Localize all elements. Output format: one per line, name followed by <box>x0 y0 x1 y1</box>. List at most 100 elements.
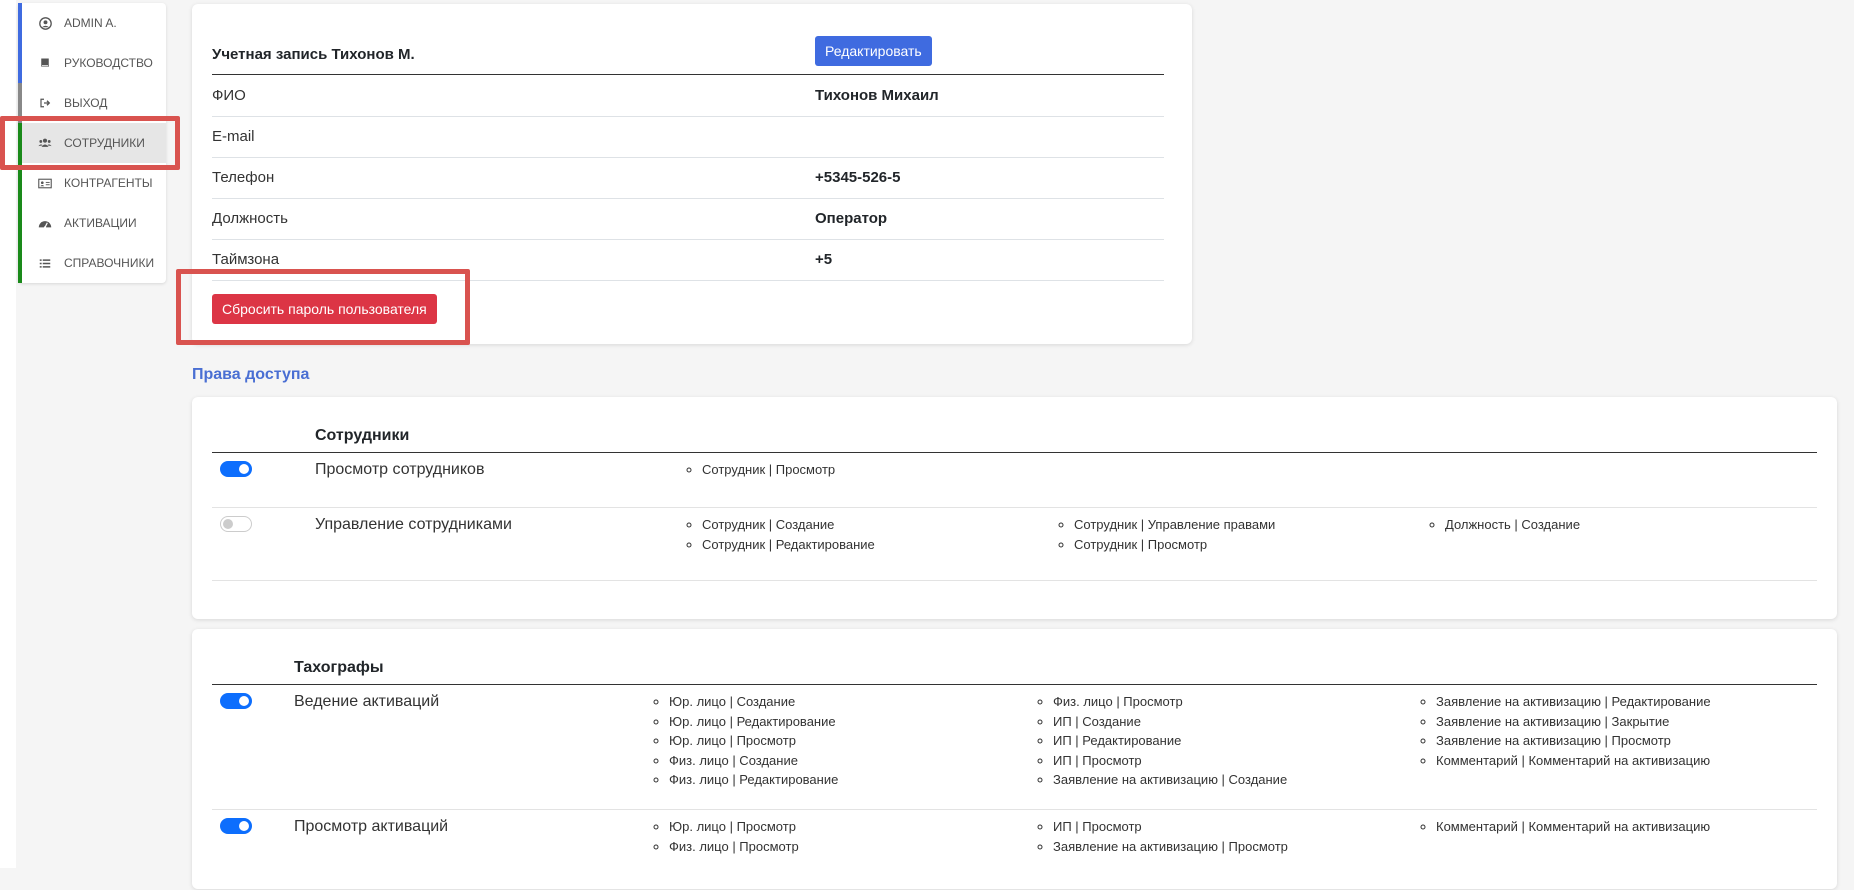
field-label: ФИО <box>212 87 246 104</box>
permission-item: Юр. лицо | Просмотр <box>669 731 838 751</box>
sidebar-item-employees[interactable]: СОТРУДНИКИ <box>18 123 166 163</box>
permission-item: Комментарий | Комментарий на активизацию <box>1436 817 1710 837</box>
permission-item: Юр. лицо | Создание <box>669 692 838 712</box>
sign-out-icon <box>37 95 53 111</box>
reset-password-button[interactable]: Сбросить пароль пользователя <box>212 294 437 324</box>
permission-item: Комментарий | Комментарий на активизацию <box>1436 751 1711 771</box>
permission-item: Физ. лицо | Просмотр <box>1053 692 1287 712</box>
permission-item: Физ. лицо | Просмотр <box>669 837 799 857</box>
permission-list: Сотрудник | Создание Сотрудник | Редакти… <box>685 515 875 554</box>
permission-list: Сотрудник | Просмотр <box>685 460 835 480</box>
sidebar-item-label: СОТРУДНИКИ <box>64 136 145 150</box>
account-row-timezone: Таймзона +5 <box>212 239 1164 281</box>
permission-item: Должность | Создание <box>1445 515 1580 535</box>
field-value: Тихонов Михаил <box>815 87 939 104</box>
field-value: +5345-526-5 <box>815 169 901 186</box>
permission-toggle[interactable] <box>220 693 252 709</box>
permission-item: ИП | Создание <box>1053 712 1287 732</box>
permission-toggle[interactable] <box>220 461 252 477</box>
dashboard-icon <box>37 215 53 231</box>
permission-row: Управление сотрудниками Сотрудник | Созд… <box>212 508 1817 581</box>
sidebar-item-label: АКТИВАЦИИ <box>64 216 137 230</box>
sidebar-item-label: РУКОВОДСТВО <box>64 56 153 70</box>
field-label: E-mail <box>212 128 255 145</box>
permission-item: Заявление на активизацию | Закрытие <box>1436 712 1711 732</box>
permissions-card-employees: Сотрудники Просмотр сотрудников Сотрудни… <box>192 397 1837 619</box>
section-header: Сотрудники <box>212 417 1817 453</box>
permission-row: Просмотр активаций Юр. лицо | Просмотр Ф… <box>212 810 1817 890</box>
permission-toggle[interactable] <box>220 818 252 834</box>
permission-list: Должность | Создание <box>1428 515 1580 535</box>
sidebar-item-guide[interactable]: РУКОВОДСТВО <box>18 43 166 83</box>
field-label: Таймзона <box>212 251 280 268</box>
permission-item: ИП | Просмотр <box>1053 817 1288 837</box>
user-circle-icon <box>37 15 53 31</box>
section-header: Тахографы <box>212 649 1817 685</box>
permission-item: Заявление на активизацию | Редактировани… <box>1436 692 1711 712</box>
permission-item: ИП | Редактирование <box>1053 731 1287 751</box>
permission-item: Физ. лицо | Редактирование <box>669 770 838 790</box>
permission-item: Сотрудник | Просмотр <box>1074 535 1275 555</box>
permission-list: ИП | Просмотр Заявление на активизацию |… <box>1036 817 1288 856</box>
sidebar-item-activations[interactable]: АКТИВАЦИИ <box>18 203 166 243</box>
permission-row: Ведение активаций Юр. лицо | Создание Юр… <box>212 685 1817 810</box>
permission-item: Сотрудник | Редактирование <box>702 535 875 555</box>
permission-list: Юр. лицо | Создание Юр. лицо | Редактиро… <box>652 692 838 790</box>
field-label: Телефон <box>212 169 275 186</box>
permission-name: Управление сотрудниками <box>315 516 512 533</box>
permissions-title: Права доступа <box>192 366 310 383</box>
account-header: Учетная запись Тихонов М. Редактировать <box>212 32 1164 75</box>
section-title: Сотрудники <box>315 427 410 444</box>
permission-toggle[interactable] <box>220 516 252 532</box>
sidebar-item-bar <box>18 123 22 163</box>
permission-item: Юр. лицо | Редактирование <box>669 712 838 732</box>
permission-item: Сотрудник | Управление правами <box>1074 515 1275 535</box>
permission-row: Просмотр сотрудников Сотрудник | Просмот… <box>212 453 1817 508</box>
permission-list: Юр. лицо | Просмотр Физ. лицо | Просмотр <box>652 817 799 856</box>
sidebar-item-bar <box>18 163 22 203</box>
sidebar-item-bar <box>18 43 22 83</box>
field-value: +5 <box>815 251 833 268</box>
sidebar-item-bar <box>18 3 22 43</box>
permission-item: Заявление на активизацию | Просмотр <box>1436 731 1711 751</box>
sidebar-item-contractors[interactable]: КОНТРАГЕНТЫ <box>18 163 166 203</box>
sidebar-item-logout[interactable]: ВЫХОД <box>18 83 166 123</box>
permission-list: Физ. лицо | Просмотр ИП | Создание ИП | … <box>1036 692 1287 790</box>
field-label: Должность <box>212 210 288 227</box>
sidebar-item-bar <box>18 203 22 243</box>
left-edge <box>0 0 16 868</box>
account-card: Учетная запись Тихонов М. Редактировать … <box>192 4 1192 344</box>
id-card-icon <box>37 175 53 191</box>
sidebar-item-admin[interactable]: ADMIN A. <box>18 3 166 43</box>
account-row-position: Должность Оператор <box>212 198 1164 240</box>
account-title: Учетная запись Тихонов М. <box>212 46 415 63</box>
permission-item: ИП | Просмотр <box>1053 751 1287 771</box>
permission-list: Заявление на активизацию | Редактировани… <box>1419 692 1711 770</box>
permissions-card-tachographs: Тахографы Ведение активаций Юр. лицо | С… <box>192 629 1837 889</box>
permission-name: Ведение активаций <box>294 693 440 710</box>
sidebar-item-label: СПРАВОЧНИКИ <box>64 256 155 270</box>
permission-item: Сотрудник | Создание <box>702 515 875 535</box>
account-row-email: E-mail <box>212 116 1164 158</box>
sidebar: ADMIN A. РУКОВОДСТВО ВЫХОД СОТРУДНИКИ КО… <box>18 3 166 283</box>
permission-item: Сотрудник | Просмотр <box>702 460 835 480</box>
account-row-phone: Телефон +5345-526-5 <box>212 157 1164 199</box>
list-icon <box>37 255 53 271</box>
permission-name: Просмотр активаций <box>294 818 449 835</box>
sidebar-item-references[interactable]: СПРАВОЧНИКИ <box>18 243 166 283</box>
permission-item: Заявление на активизацию | Просмотр <box>1053 837 1288 857</box>
account-row-name: ФИО Тихонов Михаил <box>212 75 1164 117</box>
permission-list: Комментарий | Комментарий на активизацию <box>1419 817 1710 837</box>
section-title: Тахографы <box>294 659 384 676</box>
sidebar-item-label: ВЫХОД <box>64 96 108 110</box>
book-icon <box>37 55 53 71</box>
permission-item: Юр. лицо | Просмотр <box>669 817 799 837</box>
edit-button[interactable]: Редактировать <box>815 36 932 66</box>
sidebar-item-label: ADMIN A. <box>64 16 117 30</box>
permission-item: Физ. лицо | Создание <box>669 751 838 771</box>
permission-item: Заявление на активизацию | Создание <box>1053 770 1287 790</box>
permission-list: Сотрудник | Управление правами Сотрудник… <box>1057 515 1275 554</box>
field-value: Оператор <box>815 210 888 227</box>
sidebar-item-label: КОНТРАГЕНТЫ <box>64 176 153 190</box>
sidebar-item-bar <box>18 83 22 123</box>
